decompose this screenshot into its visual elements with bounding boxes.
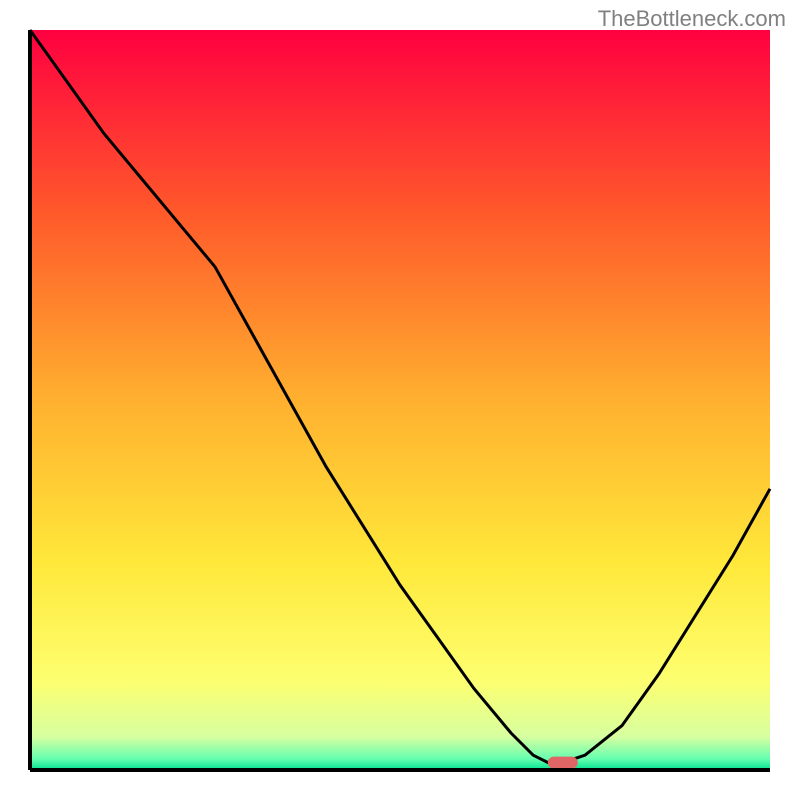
watermark-text: TheBottleneck.com	[598, 6, 786, 32]
optimal-marker	[548, 757, 578, 769]
plot-background	[30, 30, 770, 770]
bottleneck-chart: TheBottleneck.com	[0, 0, 800, 800]
chart-svg	[0, 0, 800, 800]
